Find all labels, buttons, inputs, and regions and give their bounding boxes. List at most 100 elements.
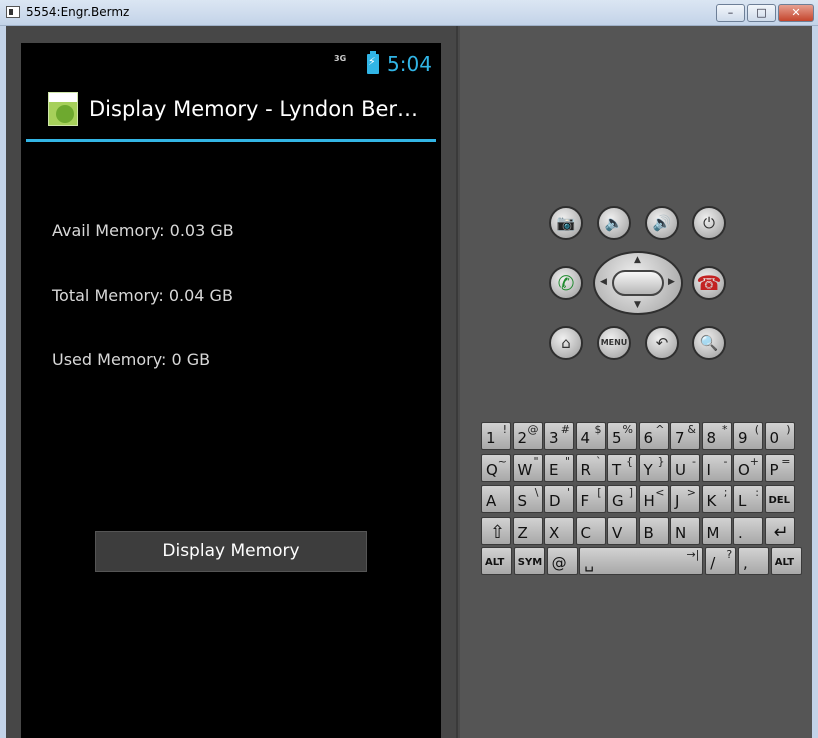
key-2-6[interactable]: J > (670, 485, 700, 513)
key-1-8[interactable]: O + (733, 454, 763, 482)
action-bar: Display Memory - Lyndon Ber… (21, 87, 441, 139)
key-3-7[interactable]: M (701, 517, 732, 545)
key-0-7[interactable]: 8 * (701, 422, 732, 450)
key-3-8[interactable]: . (733, 517, 763, 545)
key-label: 0 (769, 429, 780, 447)
android-app-icon[interactable] (48, 92, 78, 126)
key-alt-label: ) (786, 423, 791, 436)
key-3-0[interactable]: ⇧ (481, 517, 511, 545)
key-label: / (710, 554, 716, 572)
key-0-3[interactable]: 4 $ (575, 422, 606, 450)
key-2-7[interactable]: K; (701, 485, 732, 513)
key-label: P (769, 461, 779, 479)
call-icon[interactable]: ✆ (549, 266, 583, 300)
key-label: ⇧ (490, 522, 506, 543)
key-4-5[interactable]: , (738, 547, 769, 575)
key-label: D (549, 492, 561, 510)
key-label: O (738, 461, 750, 479)
key-2-9[interactable]: DEL (764, 485, 795, 513)
key-3-1[interactable]: Z (512, 517, 543, 545)
key-0-4[interactable]: 5% (607, 422, 637, 450)
back-icon[interactable]: ↶ (645, 326, 679, 360)
key-alt-label: $ (594, 423, 602, 436)
key-1-1[interactable]: W " (512, 454, 543, 482)
key-alt-label: ( (754, 423, 759, 436)
key-2-4[interactable]: G] (607, 485, 637, 513)
key-1-2[interactable]: E " (544, 454, 574, 482)
key-label: , (743, 554, 748, 572)
key-0-9[interactable]: 0) (764, 422, 795, 450)
dpad-down-icon[interactable]: ▼ (634, 300, 641, 310)
key-1-0[interactable]: Q ~ (481, 454, 511, 482)
key-alt-label: : (755, 486, 759, 499)
key-1-9[interactable]: P = (764, 454, 795, 482)
dpad-up-icon[interactable]: ▲ (634, 255, 641, 265)
maximize-button[interactable]: □ (747, 4, 776, 22)
key-alt-label: * (722, 423, 728, 436)
key-alt-label: - (692, 455, 696, 468)
key-3-3[interactable]: C (575, 517, 606, 545)
key-1-7[interactable]: I- (701, 454, 732, 482)
volume-down-icon[interactable]: 🔈 (597, 206, 631, 240)
network-indicator: 3G (334, 54, 347, 63)
key-2-1[interactable]: S \ (512, 485, 543, 513)
key-0-8[interactable]: 9( (733, 422, 763, 450)
key-0-2[interactable]: 3 # (544, 422, 574, 450)
key-4-0[interactable]: ALT (481, 547, 512, 575)
key-label: K (706, 492, 717, 510)
key-alt-label: - (723, 455, 728, 468)
key-0-0[interactable]: 1! (481, 422, 511, 450)
key-1-4[interactable]: T{ (607, 454, 637, 482)
key-1-3[interactable]: R ` (575, 454, 606, 482)
key-label: E (549, 461, 559, 479)
key-alt-label: > (686, 486, 696, 499)
key-4-1[interactable]: SYM (513, 547, 545, 575)
key-4-2[interactable]: @ (546, 547, 578, 575)
key-alt-label: + (749, 455, 759, 468)
key-4-6[interactable]: ALT (770, 547, 802, 575)
key-0-1[interactable]: 2 @ (512, 422, 543, 450)
key-label: A (486, 492, 497, 510)
key-2-5[interactable]: H < (638, 485, 669, 513)
power-icon[interactable]: ⏻ (692, 206, 726, 240)
key-alt-label: " (564, 455, 570, 468)
menu-button[interactable]: MENU (597, 326, 631, 360)
key-0-6[interactable]: 7 & (670, 422, 700, 450)
key-alt-label: [ (597, 486, 602, 499)
volume-up-icon[interactable]: 🔊 (645, 206, 679, 240)
used-memory-label: Used Memory: 0 GB (52, 350, 211, 369)
search-icon[interactable]: 🔍 (692, 326, 726, 360)
dpad-center-button[interactable] (612, 270, 664, 296)
key-label: M (706, 524, 720, 542)
key-3-4[interactable]: V (607, 517, 637, 545)
key-label: H (643, 492, 655, 510)
key-label: V (612, 524, 623, 542)
key-2-2[interactable]: D ' (544, 485, 574, 513)
key-2-8[interactable]: L: (733, 485, 763, 513)
end-call-icon[interactable]: ☎ (692, 266, 726, 300)
key-3-9[interactable]: ↵ (764, 517, 795, 545)
key-3-5[interactable]: B (638, 517, 669, 545)
key-alt-label: ] (628, 486, 633, 499)
camera-icon[interactable]: 📷 (549, 206, 583, 240)
key-4-4[interactable]: /? (705, 547, 737, 575)
key-2-0[interactable]: A (481, 485, 511, 513)
dpad-left-icon[interactable]: ◀ (600, 277, 607, 287)
home-icon[interactable]: ⌂ (549, 326, 583, 360)
key-label: T (612, 461, 622, 479)
key-3-6[interactable]: N (670, 517, 700, 545)
key-1-6[interactable]: U- (670, 454, 700, 482)
key-4-3[interactable]: ␣ →| (579, 547, 704, 575)
key-1-5[interactable]: Y} (638, 454, 669, 482)
key-label: ␣ (584, 554, 594, 572)
key-label: 3 (549, 429, 559, 447)
key-2-3[interactable]: F[ (575, 485, 606, 513)
display-memory-button[interactable]: Display Memory (95, 531, 367, 572)
key-0-5[interactable]: 6 ^ (638, 422, 669, 450)
key-alt-label: →| (686, 548, 700, 561)
window-frame-right (812, 26, 818, 738)
close-button[interactable]: ✕ (778, 4, 814, 22)
key-3-2[interactable]: X (544, 517, 574, 545)
minimize-button[interactable]: – (716, 4, 745, 22)
dpad-right-icon[interactable]: ▶ (668, 277, 675, 287)
